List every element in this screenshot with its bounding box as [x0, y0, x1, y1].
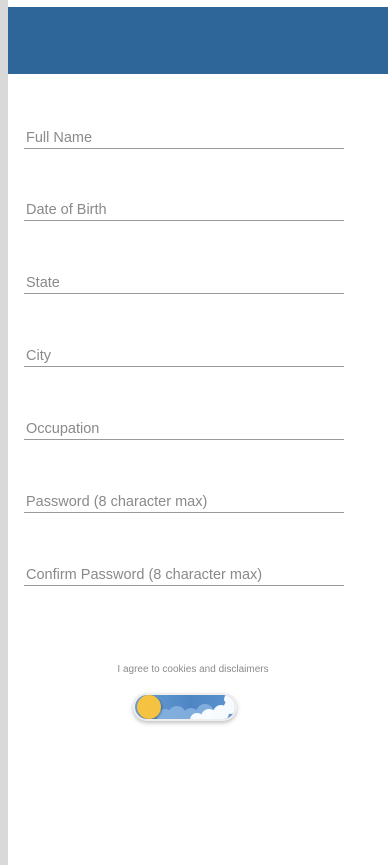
agreement-label: I agree to cookies and disclaimers	[117, 664, 269, 675]
occupation-field[interactable]	[24, 414, 348, 440]
sun-icon[interactable]	[137, 695, 161, 719]
confirm-password-field[interactable]	[24, 560, 348, 586]
state-field[interactable]	[24, 268, 348, 294]
city-field[interactable]	[24, 341, 348, 367]
agreement-toggle[interactable]	[133, 693, 237, 721]
password-field[interactable]	[24, 487, 348, 513]
occupation-input[interactable]	[24, 421, 348, 437]
confirm-password-input[interactable]	[24, 567, 348, 583]
toggle-track[interactable]	[135, 695, 235, 719]
city-input[interactable]	[24, 348, 348, 364]
header-bar	[8, 7, 388, 74]
full-name-field[interactable]	[24, 123, 348, 149]
left-border	[0, 0, 8, 865]
full-name-input[interactable]	[24, 130, 348, 146]
state-input[interactable]	[24, 275, 348, 291]
password-input[interactable]	[24, 494, 348, 510]
date-of-birth-input[interactable]	[24, 202, 348, 218]
date-of-birth-field[interactable]	[24, 195, 348, 221]
